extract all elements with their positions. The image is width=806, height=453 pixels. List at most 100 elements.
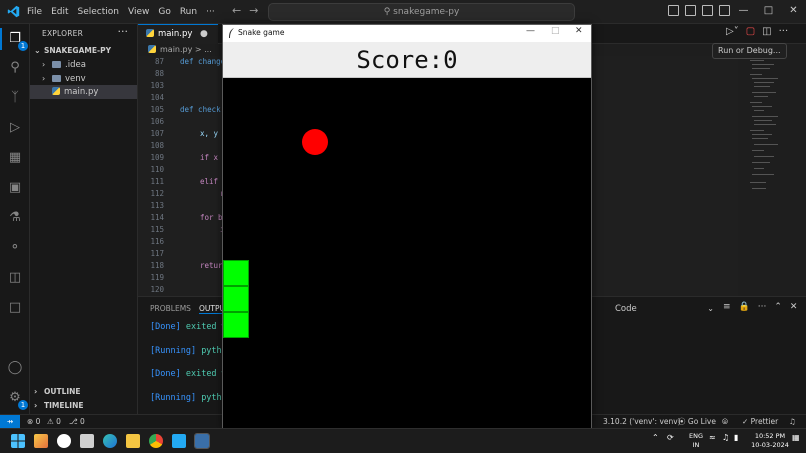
explorer-more-icon[interactable]: ··· (118, 25, 129, 38)
score-panel: Score:0 (223, 42, 591, 78)
minimize-button[interactable]: — (731, 0, 756, 24)
folder-view-icon[interactable]: ◫ (5, 268, 25, 288)
windows-start-icon[interactable] (11, 434, 25, 448)
chrome-browser-icon[interactable] (149, 434, 163, 448)
search-view-icon[interactable]: ⚲ (5, 58, 25, 78)
code-line: 120 (138, 284, 180, 296)
game-maximize-button[interactable]: □ (551, 26, 560, 36)
tab-main-py[interactable]: main.py ● (138, 24, 218, 44)
split-editor-icon[interactable]: ◫ (762, 26, 771, 37)
command-center-search[interactable]: ⚲ snakegame-py (268, 3, 575, 21)
menu-edit[interactable]: Edit (51, 7, 68, 17)
maximize-panel-icon[interactable]: ⌃ (774, 302, 782, 312)
remote-indicator-icon[interactable]: ⇸ (0, 415, 20, 428)
battery-icon[interactable]: ▮ (734, 433, 738, 442)
line-number: 118 (150, 261, 164, 270)
sync-icon[interactable]: ⟳ (667, 433, 674, 442)
outline-section[interactable]: › OUTLINE (34, 387, 81, 396)
menu-view[interactable]: View (128, 7, 149, 17)
git-graph-icon[interactable]: ⚬ (5, 238, 25, 258)
panel-more-icon[interactable]: ··· (758, 302, 767, 312)
status-go-live[interactable]: ⦿ Go Live (678, 415, 716, 428)
edge-browser-icon[interactable] (103, 434, 117, 448)
clear-output-icon[interactable]: ≡ (723, 302, 731, 312)
customize-layout-icon[interactable] (719, 5, 730, 16)
game-minimize-button[interactable]: — (526, 26, 535, 36)
workspace-root[interactable]: ⌄ SNAKEGAME-PY (34, 46, 111, 55)
output-line: [Running] pytho (150, 346, 227, 356)
extensions-icon[interactable]: ▦ (5, 148, 25, 168)
copilot-icon[interactable] (57, 434, 71, 448)
system-clock[interactable]: 10:52 PM 10-03-2024 (750, 432, 790, 450)
stop-icon[interactable]: ▢ (746, 26, 755, 37)
testing-icon[interactable]: ⚗ (5, 208, 25, 228)
status-broadcast-icon[interactable]: ⦾ (722, 415, 728, 428)
file-explorer-icon[interactable] (126, 434, 140, 448)
toggle-secondary-sidebar-icon[interactable] (702, 5, 713, 16)
line-number: 117 (150, 249, 164, 258)
status-warnings[interactable]: ⚠ 0 (47, 415, 61, 428)
menu-selection[interactable]: Selection (78, 7, 119, 17)
vscode-logo-icon[interactable] (7, 5, 20, 18)
menu-go[interactable]: Go (158, 7, 170, 17)
remote-explorer-icon[interactable]: ▣ (5, 178, 25, 198)
tree-item-venv[interactable]: › venv (30, 72, 137, 86)
notification-center-icon[interactable]: ▦ (792, 433, 800, 442)
close-button[interactable]: ✕ (781, 0, 806, 24)
code-line: 87 def change (138, 56, 225, 68)
output-channel-select[interactable]: Code ⌄ (611, 302, 718, 316)
notifications-bell-icon[interactable]: ♫ (789, 415, 796, 428)
explorer-sidebar: EXPLORER ··· ⌄ SNAKEGAME-PY › .idea › venv … (30, 24, 138, 414)
code-line: 118 retur (138, 260, 223, 272)
lock-scroll-icon[interactable]: 🔒 (739, 302, 750, 312)
code-text: retur (200, 261, 223, 270)
forward-arrow-icon[interactable]: → (249, 4, 258, 17)
status-errors[interactable]: ⊗ 0 (27, 415, 40, 428)
language-indicator[interactable]: ENG IN (685, 432, 707, 450)
show-hidden-icons-icon[interactable]: ⌃ (652, 433, 659, 442)
speaker-icon[interactable]: ♫ (722, 433, 729, 442)
status-prettier[interactable]: ✓ Prettier (742, 415, 778, 428)
source-control-icon[interactable]: ᛉ (5, 88, 25, 108)
settings-gear-icon[interactable]: ⚙ 1 (5, 388, 28, 410)
chat-icon[interactable]: □ (5, 298, 25, 318)
menu-more[interactable]: ··· (206, 7, 215, 17)
menu-file[interactable]: File (27, 7, 42, 17)
clock-time: 10:52 PM (754, 432, 786, 440)
game-close-button[interactable]: ✕ (575, 26, 583, 36)
tree-item-idea[interactable]: › .idea (30, 58, 137, 72)
search-text: snakegame-py (393, 7, 460, 17)
explorer-icon[interactable]: ❐ 1 (5, 29, 28, 51)
wifi-icon[interactable]: ≈ (709, 433, 716, 442)
code-line: 119 (138, 272, 180, 284)
run-debug-icon[interactable]: ▷ (5, 118, 25, 138)
status-python-interpreter[interactable]: 3.10.2 ('venv': venv) (603, 415, 681, 428)
tab-problems[interactable]: PROBLEMS (150, 304, 191, 313)
run-python-file-icon[interactable]: ▷˅ (726, 26, 739, 37)
minimap[interactable] (748, 58, 798, 198)
tree-item-main-py[interactable]: main.py (30, 85, 137, 99)
tree-item-label: venv (65, 74, 86, 84)
line-number: 88 (154, 69, 164, 78)
vscode-taskbar-icon[interactable] (172, 434, 186, 448)
timeline-section[interactable]: › TIMELINE (34, 401, 83, 410)
status-ports[interactable]: ⎇ 0 (69, 415, 85, 428)
account-icon[interactable]: ◯ (5, 358, 25, 378)
toggle-sidebar-icon[interactable] (668, 5, 679, 16)
back-arrow-icon[interactable]: ← (232, 4, 241, 17)
widgets-icon[interactable] (34, 434, 48, 448)
notepad-icon[interactable] (80, 434, 94, 448)
line-number: 113 (150, 201, 164, 210)
snake-game-window[interactable]: Snake game — □ ✕ Score:0 (222, 24, 592, 429)
python-file-icon (146, 29, 154, 37)
unsaved-dot-icon[interactable]: ● (200, 25, 208, 43)
menu-run[interactable]: Run (180, 7, 197, 17)
breadcrumb[interactable]: main.py > ... (138, 44, 212, 56)
more-actions-icon[interactable]: ··· (779, 26, 789, 37)
code-text: x, y (200, 129, 219, 138)
toggle-panel-icon[interactable] (685, 5, 696, 16)
code-text: if x (200, 153, 219, 162)
python-taskbar-icon[interactable] (194, 433, 210, 449)
close-panel-icon[interactable]: ✕ (790, 302, 798, 312)
maximize-button[interactable]: □ (756, 0, 781, 24)
